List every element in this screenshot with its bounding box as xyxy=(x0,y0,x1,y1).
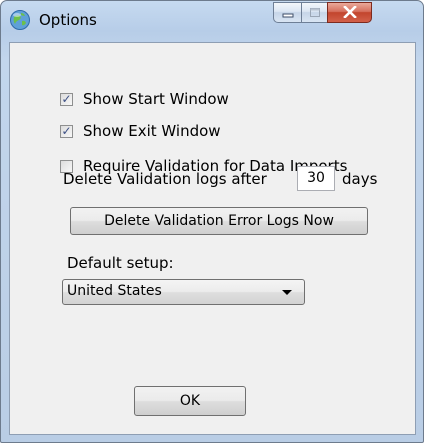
checkmark-icon: ✓ xyxy=(61,124,72,138)
window-title: Options xyxy=(39,11,97,29)
show-start-window-option[interactable]: ✓ Show Start Window xyxy=(60,90,229,108)
show-exit-window-label: Show Exit Window xyxy=(83,122,221,140)
close-icon xyxy=(342,3,357,22)
default-setup-label: Default setup: xyxy=(67,254,174,272)
minimize-icon xyxy=(282,3,294,22)
ok-button[interactable]: OK xyxy=(134,386,246,416)
chevron-down-icon xyxy=(282,290,292,295)
default-setup-select[interactable]: United States xyxy=(62,279,305,305)
show-start-window-label: Show Start Window xyxy=(83,90,229,108)
globe-icon xyxy=(9,9,31,31)
delete-logs-suffix: days xyxy=(342,170,378,188)
show-exit-window-checkbox[interactable]: ✓ xyxy=(60,124,73,138)
close-button[interactable] xyxy=(327,2,372,23)
show-start-window-checkbox[interactable]: ✓ xyxy=(60,92,73,106)
options-dialog: Options ✓ Show Start Window ✓ Show Exit … xyxy=(0,0,424,443)
minimize-button[interactable] xyxy=(273,2,301,23)
caption-buttons xyxy=(273,2,417,24)
maximize-button[interactable] xyxy=(301,2,327,23)
maximize-icon xyxy=(309,3,321,22)
checkmark-icon: ✓ xyxy=(61,92,72,106)
show-exit-window-option[interactable]: ✓ Show Exit Window xyxy=(60,122,221,140)
days-input[interactable]: 30 xyxy=(297,166,335,191)
delete-logs-prefix: Delete Validation logs after xyxy=(63,170,267,188)
delete-validation-logs-button[interactable]: Delete Validation Error Logs Now xyxy=(70,207,368,235)
default-setup-value: United States xyxy=(67,283,162,299)
